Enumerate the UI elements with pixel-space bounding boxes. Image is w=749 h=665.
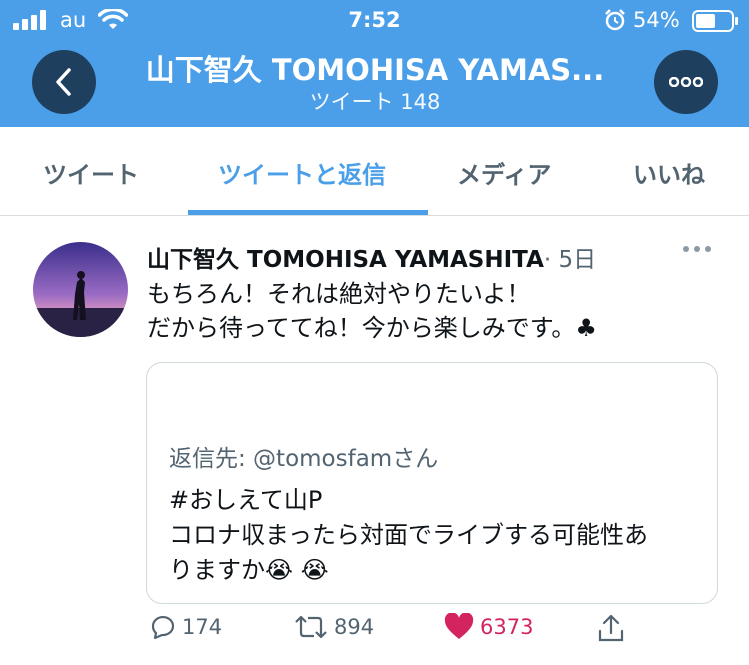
like-button[interactable]: 6373 [444, 613, 533, 641]
more-horizontal-icon [669, 77, 703, 87]
tweet-actions: 174 894 6373 [0, 613, 749, 658]
alarm-icon [605, 9, 625, 31]
tweet-more-icon[interactable] [682, 244, 712, 254]
tweet-count: ツイート 148 [309, 90, 441, 114]
tab-likes[interactable]: いいね [633, 155, 705, 190]
tab-media[interactable]: メディア [457, 155, 551, 190]
tweet-text-line: もちろん！それは絶対やりたいよ！ [147, 280, 531, 308]
tweet-text-line: だから待っててね！今から楽しみです。♣ [147, 314, 597, 342]
app-header: au 7:52 54% 山下智久 TOMOHISA YAMAS... ツイート … [0, 0, 749, 127]
reply-to-label: 返信先: @tomosfamさん [169, 446, 439, 472]
reply-icon [151, 615, 175, 640]
quoted-tweet-text: #おしえて山P コロナ収まったら対面でライブする可能性あ りますか😭 😭 [169, 483, 699, 588]
retweet-icon [295, 615, 327, 639]
tab-tweets-and-replies[interactable]: ツイートと返信 [218, 155, 386, 190]
quoted-tweet-card[interactable]: 返信先: @tomosfamさん #おしえて山P コロナ収まったら対面でライブす… [146, 362, 718, 604]
avatar-image [33, 242, 128, 337]
quoted-text-line: コロナ収まったら対面でライブする可能性あ [169, 521, 649, 549]
avatar[interactable] [33, 242, 128, 337]
chevron-left-icon [56, 68, 71, 96]
retweet-count: 894 [334, 615, 375, 639]
author-name[interactable]: 山下智久 TOMOHISA YAMASHITA [147, 247, 544, 273]
like-count: 6373 [480, 615, 534, 639]
more-options-button[interactable] [654, 50, 718, 114]
battery-icon [692, 10, 738, 32]
heart-icon [444, 613, 474, 639]
profile-tabs: ツイート ツイートと返信 メディア いいね [0, 127, 749, 216]
quoted-text-line: りますか😭 😭 [169, 556, 329, 584]
active-tab-indicator [188, 210, 428, 215]
tweet-timestamp[interactable]: · 5日 [544, 247, 596, 273]
battery-percent: 54% [633, 8, 680, 32]
page-title: 山下智久 TOMOHISA YAMAS... [145, 53, 605, 87]
header-title-block: 山下智久 TOMOHISA YAMAS... ツイート 148 [110, 52, 640, 116]
back-button[interactable] [32, 50, 96, 114]
reply-button[interactable]: 174 [148, 613, 222, 641]
status-bar: au 7:52 54% [0, 0, 749, 38]
tweet-header: 山下智久 TOMOHISA YAMASHITA· 5日 [147, 240, 596, 274]
share-button[interactable] [597, 613, 625, 643]
retweet-button[interactable]: 894 [294, 613, 374, 641]
tweet-text: もちろん！それは絶対やりたいよ！ だから待っててね！今から楽しみです。♣ [147, 277, 597, 345]
quoted-text-line: #おしえて山P [169, 486, 323, 514]
tab-tweets[interactable]: ツイート [43, 155, 139, 190]
reply-count: 174 [182, 615, 223, 639]
share-icon [598, 614, 624, 642]
